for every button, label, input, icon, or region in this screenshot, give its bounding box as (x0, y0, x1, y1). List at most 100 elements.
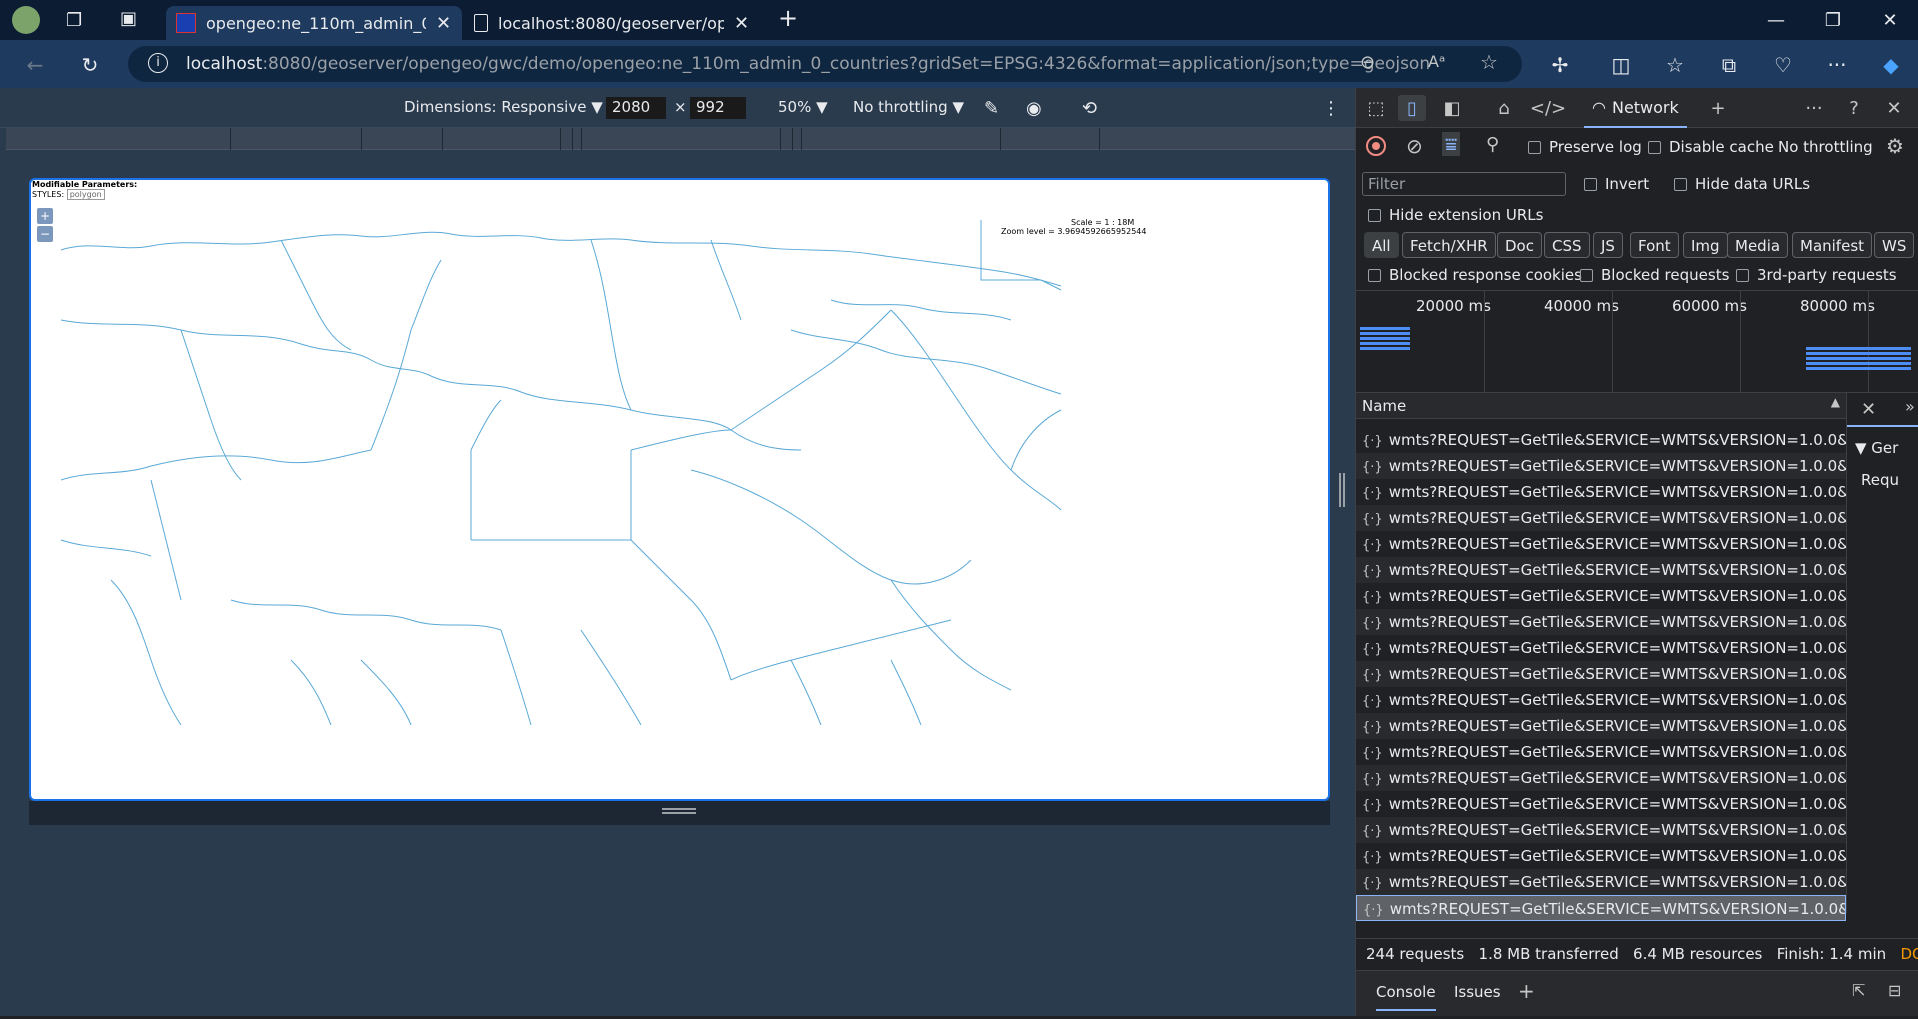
close-drawer-icon[interactable]: ⊟ (1888, 981, 1901, 1000)
filter-font[interactable]: Font (1630, 232, 1679, 258)
close-detail-icon[interactable]: ✕ (1861, 399, 1876, 420)
filter-ws[interactable]: WS (1874, 232, 1915, 258)
table-row[interactable]: {·} wmts?REQUEST=GetTile&SERVICE=WMTS&VER… (1356, 453, 1846, 479)
restore-icon[interactable]: ❐ (1815, 6, 1851, 34)
profile-avatar[interactable] (12, 6, 40, 34)
add-tool-icon[interactable]: + (1704, 95, 1732, 121)
network-settings-icon[interactable]: ⚙ (1886, 134, 1904, 158)
elements-code-icon[interactable]: </> (1530, 95, 1566, 121)
tab-issues[interactable]: Issues (1454, 983, 1501, 1001)
network-throttling-select[interactable]: No throttling (1778, 138, 1873, 156)
table-row[interactable]: {·} wmts?REQUEST=GetTile&SERVICE=WMTS&VER… (1356, 869, 1846, 895)
disable-cache-checkbox[interactable]: Disable cache (1648, 138, 1774, 156)
hide-data-urls-checkbox[interactable]: Hide data URLs (1674, 175, 1810, 193)
width-input[interactable]: 2080 (606, 97, 666, 119)
filter-media[interactable]: Media (1727, 232, 1789, 258)
tab-console[interactable]: Console (1376, 983, 1436, 1011)
filter-manifest[interactable]: Manifest (1792, 232, 1873, 258)
rotate-icon[interactable]: ⟲ (1082, 98, 1097, 119)
performance-icon[interactable]: ♡ (1768, 50, 1798, 80)
tab-localhost[interactable]: localhost:8080/geoserver/opengeo/gwc/dem… (464, 6, 760, 40)
filter-img[interactable]: Img (1683, 232, 1728, 258)
preserve-log-checkbox[interactable]: Preserve log (1528, 138, 1642, 156)
page-resize-bar[interactable] (29, 801, 1330, 825)
back-icon[interactable]: ← (20, 50, 50, 80)
sensor-icon[interactable]: ✎ (984, 98, 999, 119)
table-row[interactable]: {·} wmts?REQUEST=GetTile&SERVICE=WMTS&VER… (1356, 895, 1846, 921)
favorite-star-icon[interactable]: ☆ (1480, 50, 1498, 74)
table-row[interactable]: {·} wmts?REQUEST=GetTile&SERVICE=WMTS&VER… (1356, 479, 1846, 505)
filter-all[interactable]: All (1364, 232, 1399, 258)
tab-actions-icon[interactable]: ▣ (120, 8, 137, 29)
blocked-cookies-checkbox[interactable]: Blocked response cookies (1368, 266, 1582, 284)
welcome-home-icon[interactable]: ⌂ (1490, 95, 1518, 121)
zoom-icon[interactable]: ⊖ (1360, 52, 1375, 73)
height-input[interactable]: 992 (690, 97, 746, 119)
inspect-element-icon[interactable]: ⬚ (1362, 95, 1390, 121)
filter-input[interactable]: Filter (1362, 172, 1566, 196)
read-aloud-icon[interactable]: Aᵃ (1428, 52, 1445, 71)
table-row[interactable]: {·} wmts?REQUEST=GetTile&SERVICE=WMTS&VER… (1356, 739, 1846, 765)
third-party-checkbox[interactable]: 3rd-party requests (1736, 266, 1897, 284)
search-icon[interactable]: ⚲ (1486, 134, 1499, 155)
hide-extension-urls-checkbox[interactable]: Hide extension URLs (1368, 206, 1543, 224)
close-window-icon[interactable]: ✕ (1872, 6, 1908, 34)
throttling-select[interactable]: No throttling ▼ (853, 98, 964, 116)
table-row[interactable]: {·} wmts?REQUEST=GetTile&SERVICE=WMTS&VER… (1356, 557, 1846, 583)
dock-drawer-icon[interactable]: ⇱ (1852, 981, 1865, 1000)
table-row[interactable]: {·} wmts?REQUEST=GetTile&SERVICE=WMTS&VER… (1356, 661, 1846, 687)
help-icon[interactable]: ? (1840, 95, 1868, 121)
workspaces-icon[interactable]: ❐ (66, 10, 82, 31)
request-list[interactable]: {·} wmts?REQUEST=GetTile&SERVICE=WMTS&VER… (1356, 419, 1846, 1019)
vision-icon[interactable]: ◉ (1026, 98, 1042, 119)
table-row[interactable]: {·} wmts?REQUEST=GetTile&SERVICE=WMTS&VER… (1356, 817, 1846, 843)
table-row[interactable]: {·} wmts?REQUEST=GetTile&SERVICE=WMTS&VER… (1356, 609, 1846, 635)
url-text[interactable]: localhost:8080/geoserver/opengeo/gwc/dem… (186, 54, 1430, 74)
media-query-ruler[interactable] (6, 128, 1355, 150)
filter-fetch-xhr[interactable]: Fetch/XHR (1402, 232, 1496, 258)
copilot-icon[interactable]: ◆ (1876, 50, 1906, 80)
country-borders-map[interactable] (31, 180, 1132, 725)
table-row[interactable]: {·} wmts?REQUEST=GetTile&SERVICE=WMTS&VER… (1356, 687, 1846, 713)
close-devtools-icon[interactable]: ✕ (1880, 95, 1908, 121)
network-timeline-overview[interactable]: 20000 ms 40000 ms 60000 ms 80000 ms (1356, 290, 1918, 394)
device-toolbar-icon[interactable]: ▯ (1398, 95, 1426, 121)
filter-toggle-icon[interactable]: ⩸ (1442, 132, 1461, 156)
favorites-icon[interactable]: ☆ (1660, 50, 1690, 80)
close-tab-icon[interactable]: ✕ (436, 13, 451, 34)
add-drawer-tab-icon[interactable]: + (1518, 979, 1535, 1003)
more-options-icon[interactable]: ⋮ (1322, 98, 1340, 119)
collections-icon[interactable]: ⧉ (1714, 50, 1744, 80)
table-row[interactable]: {·} wmts?REQUEST=GetTile&SERVICE=WMTS&VER… (1356, 713, 1846, 739)
table-row[interactable]: {·} wmts?REQUEST=GetTile&SERVICE=WMTS&VER… (1356, 635, 1846, 661)
table-row[interactable]: {·} wmts?REQUEST=GetTile&SERVICE=WMTS&VER… (1356, 583, 1846, 609)
dimensions-select[interactable]: Dimensions: Responsive ▼ (404, 98, 603, 116)
table-row[interactable]: {·} wmts?REQUEST=GetTile&SERVICE=WMTS&VER… (1356, 427, 1846, 453)
filter-css[interactable]: CSS (1544, 232, 1590, 258)
resize-handle-icon[interactable] (662, 808, 696, 814)
filter-js[interactable]: JS (1593, 232, 1623, 258)
site-info-icon[interactable]: i (148, 53, 168, 73)
devtools-more-icon[interactable]: ··· (1800, 95, 1828, 121)
split-screen-icon[interactable]: ◫ (1606, 50, 1636, 80)
zoom-select[interactable]: 50% ▼ (778, 98, 828, 116)
record-icon[interactable] (1366, 136, 1386, 156)
general-section[interactable]: ▼ Ger (1855, 439, 1898, 457)
table-row[interactable]: {·} wmts?REQUEST=GetTile&SERVICE=WMTS&VER… (1356, 843, 1846, 869)
extensions-icon[interactable]: ✢ (1545, 50, 1575, 80)
tab-network[interactable]: ◠ Network (1584, 88, 1687, 128)
name-column-header[interactable]: Name ▲ (1356, 393, 1846, 419)
clear-icon[interactable]: ⊘ (1406, 134, 1423, 158)
side-resize-handle[interactable] (1339, 473, 1345, 507)
more-menu-icon[interactable]: ··· (1822, 50, 1852, 80)
address-bar[interactable]: i localhost:8080/geoserver/opengeo/gwc/d… (128, 46, 1522, 82)
minimize-icon[interactable]: — (1758, 6, 1794, 34)
table-row[interactable]: {·} wmts?REQUEST=GetTile&SERVICE=WMTS&VER… (1356, 791, 1846, 817)
refresh-icon[interactable]: ↻ (75, 50, 105, 80)
blocked-requests-checkbox[interactable]: Blocked requests (1580, 266, 1729, 284)
table-row[interactable]: {·} wmts?REQUEST=GetTile&SERVICE=WMTS&VER… (1356, 505, 1846, 531)
new-tab-button[interactable]: + (778, 4, 798, 32)
dock-icon[interactable]: ◧ (1438, 95, 1466, 121)
table-row[interactable]: {·} wmts?REQUEST=GetTile&SERVICE=WMTS&VER… (1356, 531, 1846, 557)
invert-checkbox[interactable]: Invert (1584, 175, 1649, 193)
